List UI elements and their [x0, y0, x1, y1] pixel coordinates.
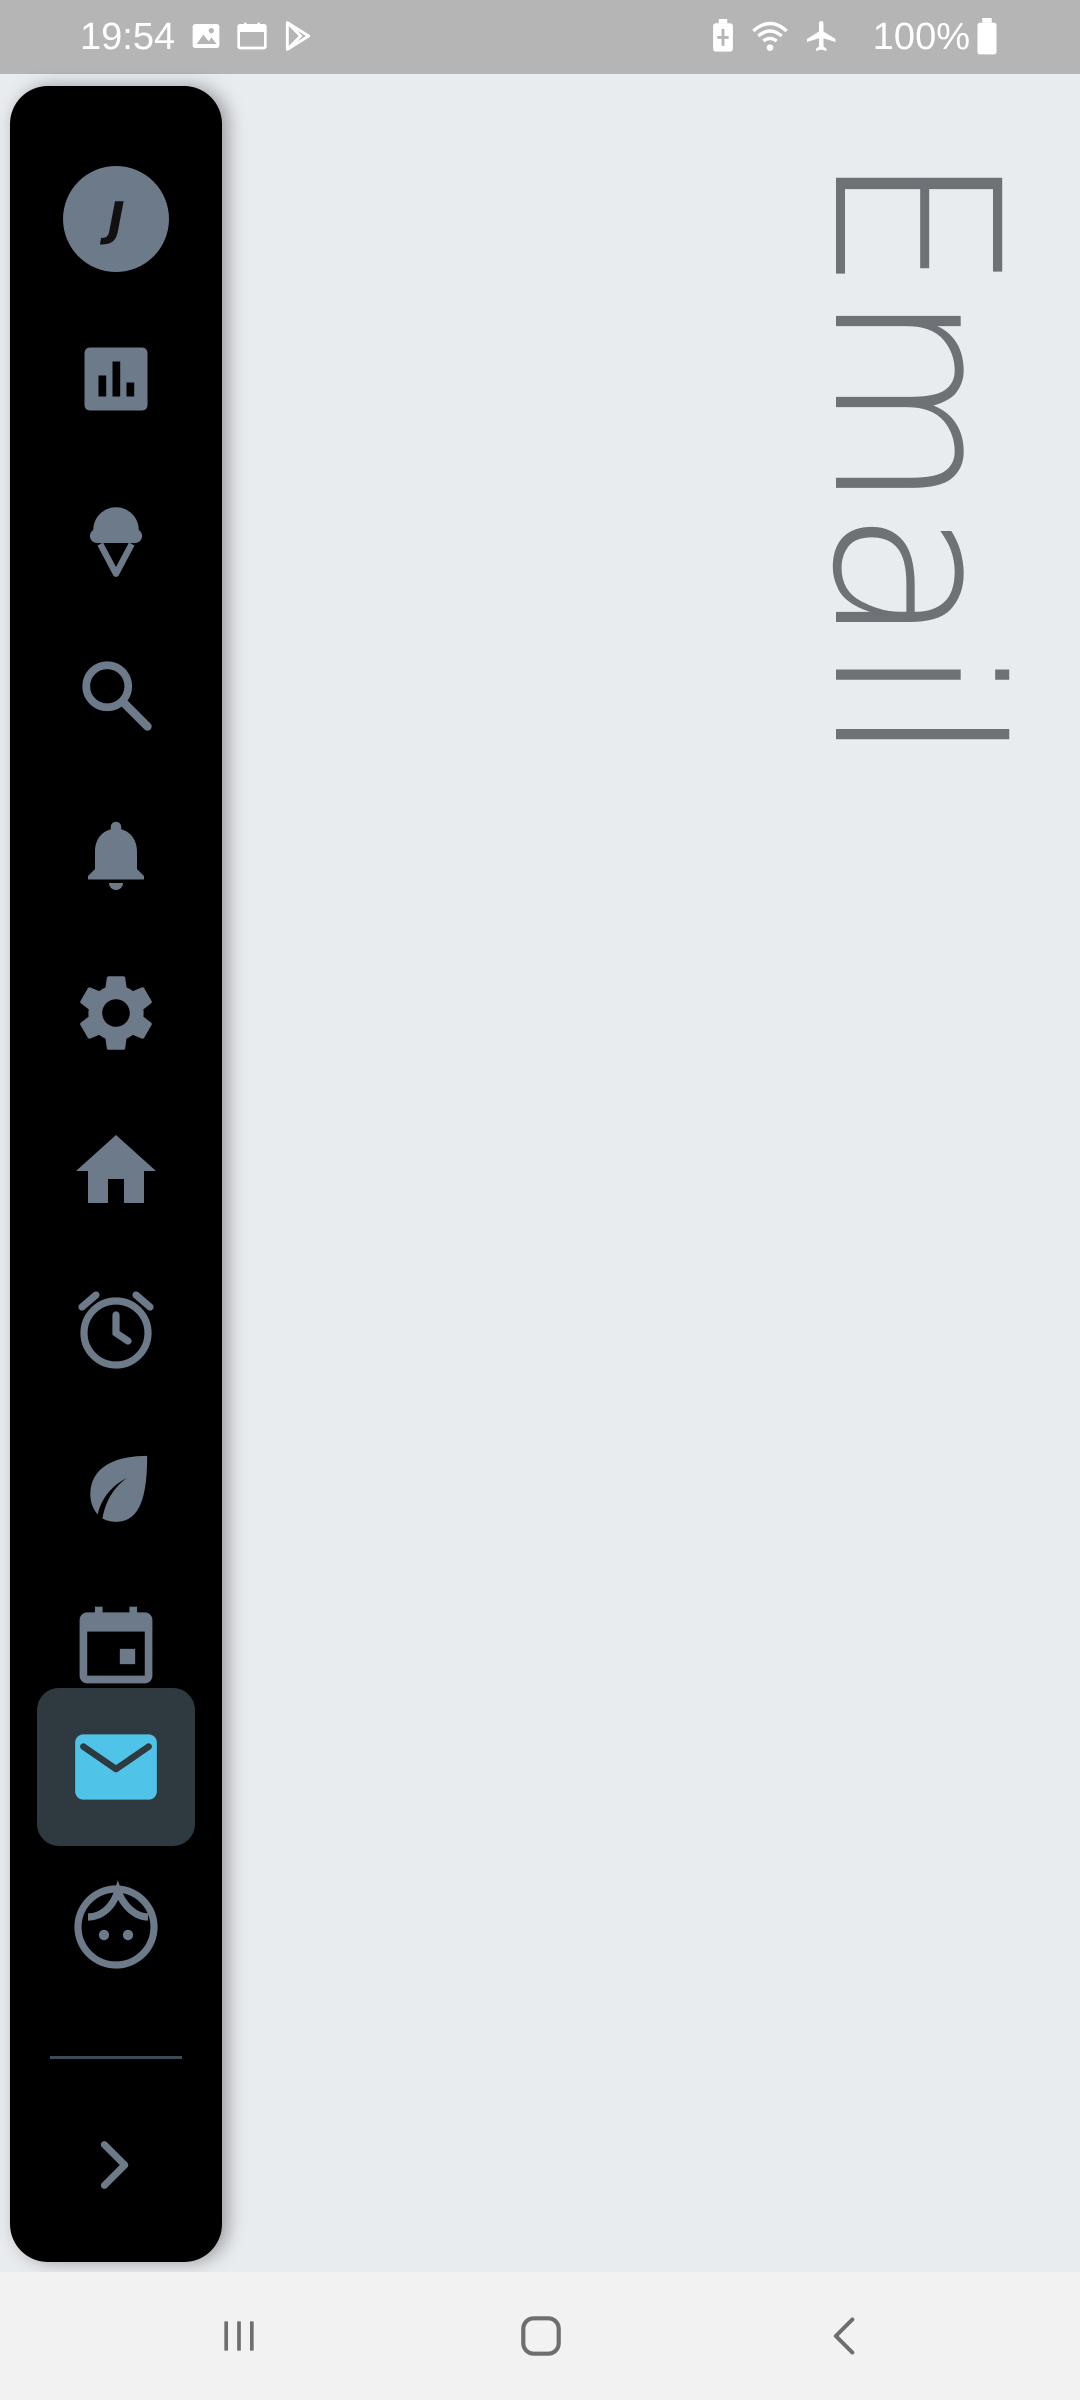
alarm-clock-icon [78, 1291, 154, 1369]
bell-icon [88, 821, 144, 890]
status-bar: 19:54 100% [0, 0, 1080, 74]
gear-icon [80, 976, 152, 1050]
page-title: Email [782, 150, 1048, 763]
rail-expand-button[interactable] [37, 2086, 195, 2244]
status-right-icons [710, 18, 840, 54]
system-navigation-bar [0, 2272, 1080, 2400]
battery-icon [977, 18, 997, 55]
battery-saver-icon [713, 19, 733, 52]
status-left-icons [190, 20, 314, 52]
chevron-right-icon [100, 2141, 129, 2189]
leaf-icon [90, 1455, 148, 1522]
rail-item-email[interactable] [37, 1688, 195, 1846]
rail-item-settings[interactable] [37, 934, 195, 1092]
rail-item-face[interactable] [37, 1848, 195, 2006]
home-icon [521, 2316, 561, 2356]
rail-item-notifications[interactable] [37, 776, 195, 934]
rail-item-charts[interactable] [37, 300, 195, 458]
calendar-icon [237, 22, 267, 50]
rail-item-eco[interactable] [37, 1408, 195, 1566]
search-icon [82, 661, 152, 731]
status-time: 19:54 [80, 16, 176, 58]
face-icon [74, 1880, 158, 1969]
rail-item-avatar[interactable]: J [37, 140, 195, 298]
bar-chart-icon [84, 347, 148, 411]
back-icon [833, 2317, 855, 2355]
rail-item-search[interactable] [37, 616, 195, 774]
avatar-letter: J [107, 192, 125, 246]
navigation-rail: J [10, 86, 222, 2262]
recent-apps-icon [224, 2321, 254, 2351]
recent-apps-button[interactable] [204, 2304, 274, 2368]
wifi-icon [752, 21, 788, 51]
avatar[interactable]: J [63, 166, 169, 272]
rail-divider [50, 2056, 182, 2059]
battery-percentage: 100% [872, 16, 970, 58]
back-button[interactable] [810, 2304, 880, 2368]
play-store-icon [285, 21, 311, 51]
ice-cream-icon [89, 507, 143, 577]
home-icon [76, 1135, 156, 1203]
image-icon [192, 24, 220, 48]
rail-item-home[interactable] [37, 1092, 195, 1250]
home-nav-button[interactable] [506, 2304, 576, 2368]
calendar-icon [79, 1606, 153, 1684]
rail-item-alarm[interactable] [37, 1250, 195, 1408]
mail-icon [75, 1734, 157, 1800]
airplane-mode-icon [807, 21, 836, 51]
rail-item-ice-cream[interactable] [37, 458, 195, 616]
